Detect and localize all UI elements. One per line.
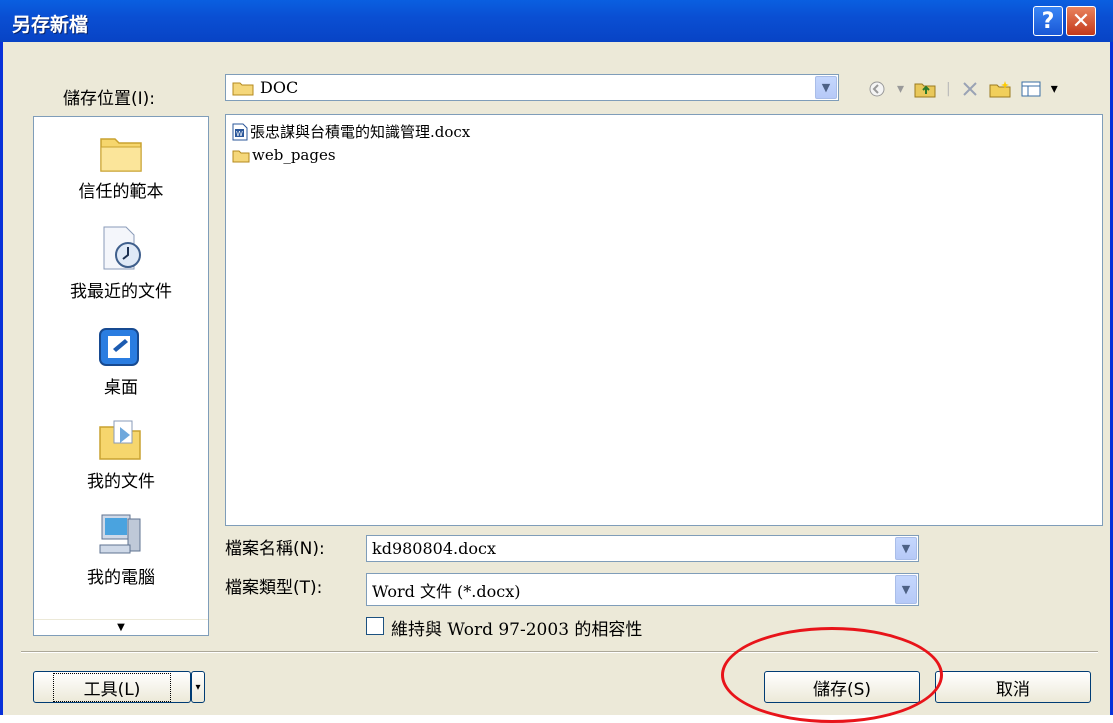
chevron-down-icon: ▾ <box>195 681 201 693</box>
file-type-dropdown[interactable]: Word 文件 (*.docx) ▼ <box>366 573 919 606</box>
list-item[interactable]: web_pages <box>232 146 336 164</box>
tools-dropdown-button[interactable]: ▾ <box>191 671 205 703</box>
divider <box>21 651 1098 653</box>
delete-icon[interactable] <box>961 80 979 98</box>
tools-label: 工具(L) <box>52 672 172 702</box>
up-folder-icon[interactable] <box>914 80 936 98</box>
place-label: 信任的範本 <box>78 182 164 202</box>
views-icon[interactable] <box>1021 80 1041 98</box>
file-name: web_pages <box>252 146 336 164</box>
back-icon[interactable] <box>867 79 887 99</box>
file-name-value: kd980804.docx <box>372 539 496 558</box>
save-as-dialog: 另存新檔 ? ✕ 儲存位置(I): DOC ▼ ▾ | ▾ 信任的範本 我最近的… <box>0 0 1113 723</box>
chevron-down-icon[interactable]: ▼ <box>895 575 917 604</box>
help-icon: ? <box>1041 8 1055 34</box>
place-my-computer[interactable]: 我的電腦 <box>34 511 208 588</box>
close-icon: ✕ <box>1071 8 1091 34</box>
help-button[interactable]: ? <box>1033 6 1063 36</box>
place-recent-documents[interactable]: 我最近的文件 <box>34 223 208 302</box>
file-type-value: Word 文件 (*.docx) <box>372 581 521 601</box>
views-dropdown-icon[interactable]: ▾ <box>1051 81 1058 97</box>
word-document-icon: W <box>232 123 248 140</box>
dialog-title: 另存新檔 <box>12 14 89 36</box>
chevron-down-icon[interactable]: ▼ <box>895 537 917 560</box>
places-scroll-down[interactable]: ▼ <box>34 619 208 635</box>
separator: | <box>946 81 951 97</box>
save-label: 儲存(S) <box>812 679 872 700</box>
list-item[interactable]: W 張忠謀與台積電的知識管理.docx <box>232 121 470 142</box>
folder-icon <box>232 82 254 95</box>
back-dropdown-icon[interactable]: ▾ <box>897 81 904 97</box>
desktop-icon <box>99 328 139 366</box>
place-label: 我的電腦 <box>87 568 155 588</box>
save-in-label: 儲存位置(I): <box>63 89 156 109</box>
save-in-dropdown[interactable]: DOC ▼ <box>225 74 839 101</box>
places-bar: 信任的範本 我最近的文件 桌面 我的文件 我的電腦 ▼ <box>33 116 209 636</box>
save-button[interactable]: 儲存(S) <box>764 671 920 703</box>
file-type-label: 檔案類型(T): <box>225 578 323 598</box>
cancel-button[interactable]: 取消 <box>935 671 1091 703</box>
place-label: 我的文件 <box>87 472 155 492</box>
chevron-down-icon: ▼ <box>117 622 125 633</box>
place-trusted-templates[interactable]: 信任的範本 <box>34 131 208 202</box>
my-documents-icon <box>99 420 141 460</box>
place-my-documents[interactable]: 我的文件 <box>34 417 208 492</box>
title-bar[interactable]: 另存新檔 ? ✕ <box>0 0 1113 42</box>
svg-text:W: W <box>236 130 243 138</box>
place-label: 我最近的文件 <box>70 282 172 302</box>
file-name: 張忠謀與台積電的知識管理.docx <box>250 123 471 141</box>
place-desktop[interactable]: 桌面 <box>34 327 208 398</box>
tools-button[interactable]: 工具(L) <box>33 671 191 703</box>
chevron-down-icon[interactable]: ▼ <box>815 76 837 99</box>
recent-documents-icon <box>103 226 141 270</box>
place-label: 桌面 <box>104 378 138 398</box>
compat-checkbox[interactable] <box>366 617 384 635</box>
folder-icon <box>100 138 142 172</box>
compat-label: 維持與 Word 97-2003 的相容性 <box>391 620 643 640</box>
new-folder-icon[interactable] <box>989 80 1011 98</box>
file-name-field[interactable]: kd980804.docx ▼ <box>366 535 919 562</box>
folder-icon <box>232 150 250 162</box>
save-in-value: DOC <box>260 78 299 97</box>
cancel-label: 取消 <box>996 679 1030 700</box>
file-name-label: 檔案名稱(N): <box>225 539 325 559</box>
my-computer-icon <box>99 514 141 554</box>
close-button[interactable]: ✕ <box>1066 6 1096 36</box>
dialog-toolbar: ▾ | ▾ <box>867 79 1058 99</box>
file-list[interactable]: W 張忠謀與台積電的知識管理.docx web_pages <box>225 114 1103 526</box>
